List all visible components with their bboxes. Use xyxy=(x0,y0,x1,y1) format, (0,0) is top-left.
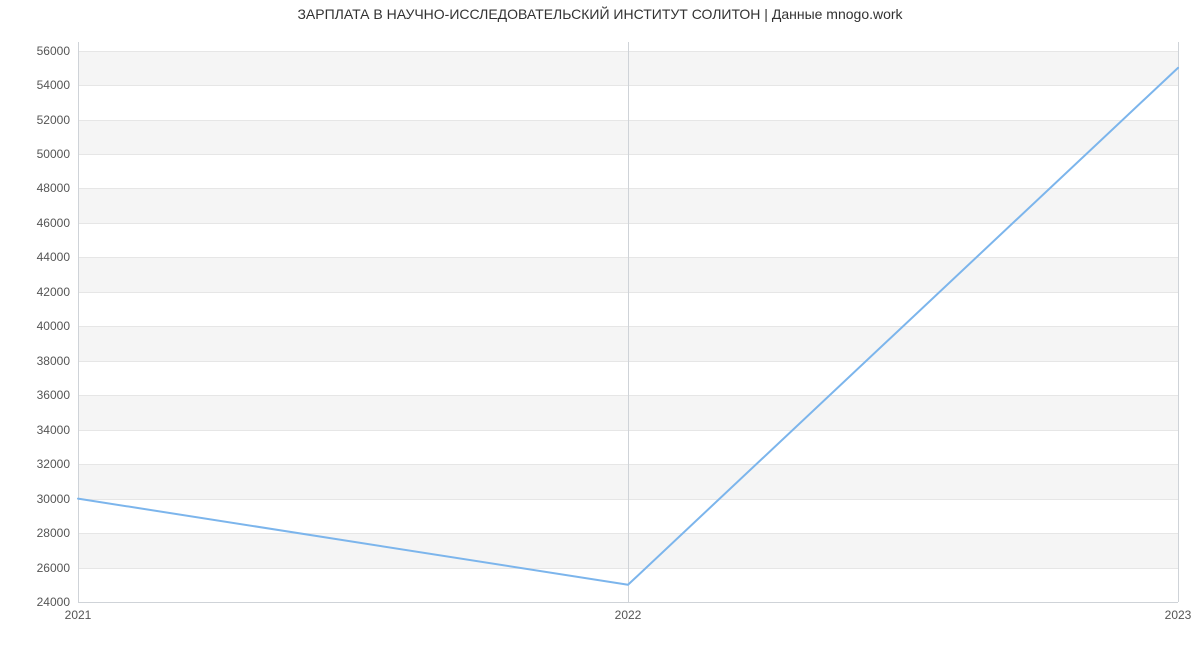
y-tick-label: 40000 xyxy=(10,319,70,333)
chart-title: ЗАРПЛАТА В НАУЧНО-ИССЛЕДОВАТЕЛЬСКИЙ ИНСТ… xyxy=(0,6,1200,22)
y-tick-label: 26000 xyxy=(10,561,70,575)
x-grid-line xyxy=(1178,42,1179,602)
y-tick-label: 38000 xyxy=(10,354,70,368)
y-tick-label: 52000 xyxy=(10,113,70,127)
x-tick-label: 2023 xyxy=(1165,608,1192,622)
chart-container: ЗАРПЛАТА В НАУЧНО-ИССЛЕДОВАТЕЛЬСКИЙ ИНСТ… xyxy=(0,0,1200,650)
y-tick-label: 46000 xyxy=(10,216,70,230)
y-tick-label: 50000 xyxy=(10,147,70,161)
line-series xyxy=(78,42,1178,602)
y-tick-label: 32000 xyxy=(10,457,70,471)
y-tick-label: 54000 xyxy=(10,78,70,92)
x-tick-label: 2022 xyxy=(615,608,642,622)
y-tick-label: 42000 xyxy=(10,285,70,299)
plot-area xyxy=(78,42,1178,603)
y-tick-label: 30000 xyxy=(10,492,70,506)
line-path xyxy=(78,68,1178,585)
y-tick-label: 34000 xyxy=(10,423,70,437)
y-tick-label: 24000 xyxy=(10,595,70,609)
y-tick-label: 28000 xyxy=(10,526,70,540)
y-tick-label: 48000 xyxy=(10,181,70,195)
y-tick-label: 36000 xyxy=(10,388,70,402)
x-tick-label: 2021 xyxy=(65,608,92,622)
y-tick-label: 56000 xyxy=(10,44,70,58)
y-tick-label: 44000 xyxy=(10,250,70,264)
